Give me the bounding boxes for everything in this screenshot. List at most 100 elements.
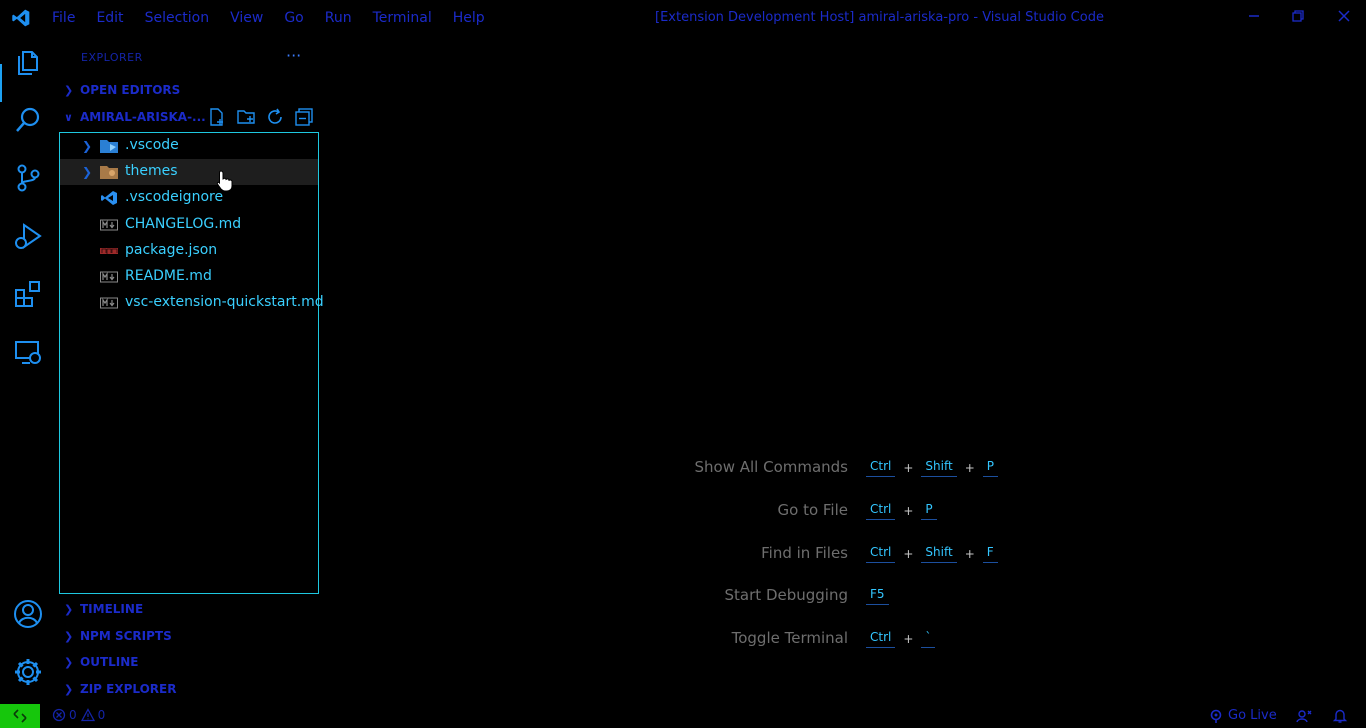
activity-bar <box>0 36 56 704</box>
active-indicator <box>0 64 2 102</box>
warning-count: 0 <box>97 708 106 722</box>
remote-indicator[interactable] <box>0 704 40 728</box>
settings-gear-icon[interactable] <box>12 656 44 688</box>
restore-icon[interactable] <box>1290 8 1306 24</box>
markdown-icon <box>100 297 118 309</box>
refresh-icon[interactable] <box>266 108 284 126</box>
search-icon[interactable] <box>12 104 44 136</box>
npm-icon <box>100 248 118 254</box>
tree-item-changelog[interactable]: CHANGELOG.md <box>60 212 318 238</box>
key: Ctrl <box>866 544 896 563</box>
title-bar: File Edit Selection View Go Run Terminal… <box>0 0 1366 36</box>
hint-label: Find in Files <box>761 544 848 562</box>
explorer-toolbar <box>208 108 324 126</box>
key: F <box>982 544 998 563</box>
menu-view[interactable]: View <box>230 10 263 26</box>
menu-help[interactable]: Help <box>453 10 485 26</box>
window-title: [Extension Development Host] amiral-aris… <box>655 10 1104 25</box>
chevron-right-icon: ❯ <box>82 165 93 179</box>
extensions-icon[interactable] <box>12 278 44 310</box>
menu-go[interactable]: Go <box>284 10 303 26</box>
keybinding: Ctrl + Shift + P <box>864 458 1000 477</box>
section-open-editors[interactable]: ❯ OPEN EDITORS <box>64 83 180 97</box>
vscode-file-icon <box>101 191 117 205</box>
source-control-icon[interactable] <box>12 162 44 194</box>
key: P <box>921 501 937 520</box>
keybinding: F5 <box>864 586 891 605</box>
tree-item-readme[interactable]: README.md <box>60 264 318 290</box>
tree-item-label: package.json <box>125 242 218 258</box>
explorer-sidebar: EXPLORER ··· ❯ OPEN EDITORS ∨ AMIRAL-ARI… <box>56 36 324 704</box>
keybinding: Ctrl + Shift + F <box>864 544 1000 563</box>
error-count: 0 <box>69 708 77 722</box>
feedback-icon[interactable] <box>1296 709 1312 723</box>
folder-name: AMIRAL-ARISKA-... <box>80 110 206 124</box>
hint-label: Show All Commands <box>694 458 848 476</box>
tree-item-vscode[interactable]: ❯ .vscode <box>60 133 318 159</box>
error-icon <box>52 708 66 722</box>
section-label: NPM SCRIPTS <box>80 629 172 643</box>
section-npm-scripts[interactable]: ❯ NPM SCRIPTS <box>64 629 172 643</box>
themes-folder-icon <box>100 166 118 179</box>
remote-explorer-icon[interactable] <box>12 336 44 368</box>
menu-bar: File Edit Selection View Go Run Terminal… <box>52 0 506 36</box>
chevron-right-icon: ❯ <box>64 602 74 616</box>
tree-item-label: .vscodeignore <box>125 189 224 205</box>
explorer-icon[interactable] <box>12 46 44 78</box>
chevron-right-icon: ❯ <box>64 655 74 669</box>
section-outline[interactable]: ❯ OUTLINE <box>64 655 138 669</box>
section-label: OPEN EDITORS <box>80 83 181 97</box>
account-icon[interactable] <box>12 598 44 630</box>
tree-item-label: README.md <box>125 268 212 284</box>
hint-label: Start Debugging <box>724 586 848 604</box>
hint-toggle-terminal: Toggle Terminal Ctrl + ` <box>600 626 1020 652</box>
run-debug-icon[interactable] <box>12 220 44 252</box>
go-live-button[interactable]: Go Live <box>1209 708 1277 723</box>
vscode-folder-icon <box>100 140 118 153</box>
section-timeline[interactable]: ❯ TIMELINE <box>64 602 143 616</box>
hint-find-in-files: Find in Files Ctrl + Shift + F <box>600 541 1020 567</box>
section-label: ZIP EXPLORER <box>80 682 177 696</box>
hint-go-to-file: Go to File Ctrl + P <box>600 498 1020 524</box>
menu-terminal[interactable]: Terminal <box>373 10 432 26</box>
key: Ctrl <box>866 458 896 477</box>
tree-item-quickstart[interactable]: vsc-extension-quickstart.md <box>60 290 324 316</box>
markdown-icon <box>100 271 118 283</box>
remote-icon <box>13 709 27 723</box>
menu-edit[interactable]: Edit <box>96 10 123 26</box>
tree-item-label: themes <box>125 163 178 179</box>
tree-item-package-json[interactable]: package.json <box>60 238 318 264</box>
vscode-logo-icon <box>12 9 30 27</box>
chevron-down-icon: ∨ <box>64 110 73 124</box>
broadcast-icon <box>1210 709 1222 723</box>
more-actions-icon[interactable]: ··· <box>286 46 301 65</box>
tree-item-label: CHANGELOG.md <box>125 216 242 232</box>
key: Shift <box>921 544 957 563</box>
notifications-bell-icon[interactable] <box>1332 709 1348 723</box>
hint-label: Go to File <box>777 501 849 519</box>
sidebar-title: EXPLORER <box>81 51 143 64</box>
menu-run[interactable]: Run <box>325 10 352 26</box>
collapse-all-icon[interactable] <box>295 108 313 126</box>
hand-pointer-icon <box>216 170 233 192</box>
key: Shift <box>921 458 957 477</box>
key: F5 <box>866 586 889 605</box>
keybinding: Ctrl + P <box>864 501 939 520</box>
markdown-icon <box>100 219 118 231</box>
close-icon[interactable] <box>1336 8 1352 24</box>
new-folder-icon[interactable] <box>237 108 255 126</box>
minimize-icon[interactable] <box>1246 8 1262 24</box>
section-folder[interactable]: ∨ AMIRAL-ARISKA-... <box>64 110 206 124</box>
new-file-icon[interactable] <box>208 108 226 126</box>
go-live-label: Go Live <box>1228 708 1277 723</box>
tree-item-vscodeignore[interactable]: .vscodeignore <box>60 185 318 211</box>
chevron-right-icon: ❯ <box>82 139 93 153</box>
problems-indicator[interactable]: 0 0 <box>52 708 105 722</box>
tree-item-themes[interactable]: ❯ themes <box>60 159 318 185</box>
menu-file[interactable]: File <box>52 10 75 26</box>
hint-start-debugging: Start Debugging F5 <box>600 583 1020 609</box>
menu-selection[interactable]: Selection <box>145 10 210 26</box>
chevron-right-icon: ❯ <box>64 629 74 643</box>
section-zip-explorer[interactable]: ❯ ZIP EXPLORER <box>64 682 176 696</box>
hint-show-all-commands: Show All Commands Ctrl + Shift + P <box>600 455 1020 481</box>
